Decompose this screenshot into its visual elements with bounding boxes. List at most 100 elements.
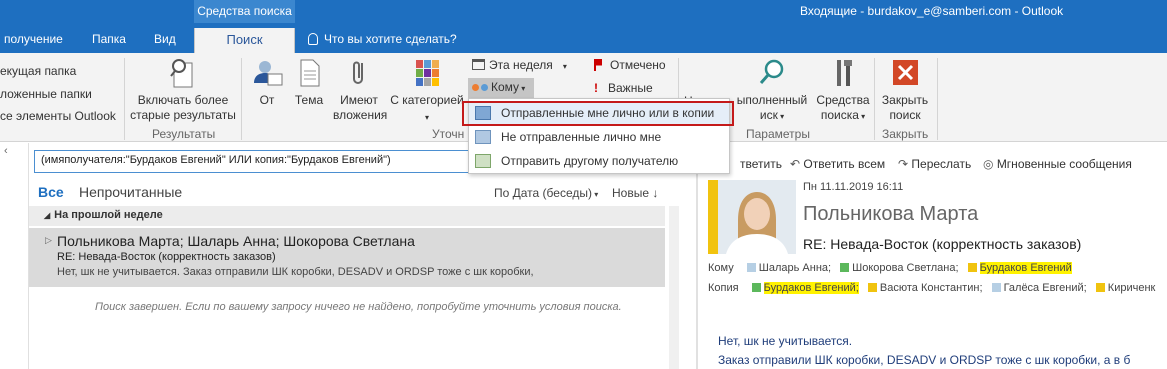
contact-card-icon <box>475 130 491 144</box>
this-week-button[interactable]: Эта неделя ▾ <box>472 58 567 72</box>
partial-matches-button[interactable]: ыполненный иск ▾ <box>730 57 814 124</box>
chat-icon: ◎ <box>983 157 997 171</box>
to-button[interactable]: Кому ▾ <box>468 78 534 98</box>
sort-by-date[interactable]: По Дата (беседы) ▾ <box>494 186 598 200</box>
chevron-down-icon: ▾ <box>519 84 526 93</box>
scope-all-outlook[interactable]: се элементы Outlook <box>0 109 116 123</box>
menu-item-sent-to-other[interactable]: Отправить другому получателю <box>469 150 729 173</box>
subject-button[interactable]: Тема <box>290 57 328 108</box>
document-search-icon <box>170 59 193 88</box>
category-grid-icon <box>416 60 439 86</box>
reply-all-icon: ↶ <box>790 157 804 171</box>
sort-label: По Дата (беседы) <box>494 186 592 200</box>
filter-all[interactable]: Все <box>38 184 64 200</box>
recipient-color-icon <box>967 263 977 272</box>
this-week-label: Эта неделя <box>489 58 553 72</box>
has-attachments-button[interactable]: Имеют вложения <box>333 57 387 123</box>
expand-triangle-icon[interactable]: ▷ <box>45 235 52 246</box>
chevron-down-icon: ▾ <box>562 62 567 71</box>
flagged-label: Отмечено <box>610 58 666 72</box>
avatar-portrait <box>718 180 796 254</box>
search-tools-button[interactable]: Средства поиска ▾ <box>814 57 872 124</box>
sort-order[interactable]: Новые ↓ <box>612 186 658 200</box>
forward-label: Переслать <box>911 157 972 171</box>
important-button[interactable]: ! Важные <box>594 81 653 95</box>
from-button[interactable]: От <box>248 57 286 108</box>
recipient[interactable]: Кириченк <box>1108 282 1156 294</box>
cc-line-label: Копия <box>708 282 739 294</box>
group-refine-label: Уточн <box>432 127 465 141</box>
menu-item-label: Не отправленные лично мне <box>501 130 662 144</box>
recipient-color-icon <box>991 283 1001 292</box>
from-label: От <box>259 93 275 107</box>
menu-item-label: Отправить другому получателю <box>501 154 679 168</box>
window-title: Входящие - burdakov_e@samberi.com - Outl… <box>800 4 1064 18</box>
arrow-down-icon: ↓ <box>649 186 659 200</box>
categorized-button[interactable]: С категорией ▾ <box>388 57 466 125</box>
paperclip-icon <box>353 61 363 84</box>
include-older-results-button[interactable]: Включать более старые результаты <box>128 57 238 123</box>
scope-current-folder[interactable]: екущая папка <box>0 64 76 78</box>
tools-icon <box>837 60 852 86</box>
include-older-label: Включать более старые результаты <box>130 93 236 122</box>
list-scrollbar[interactable] <box>669 206 679 369</box>
menu-item-not-sent-to-me[interactable]: Не отправленные лично мне <box>469 126 729 149</box>
message-date: Пн 11.11.2019 16:11 <box>803 181 904 193</box>
reply-all-button[interactable]: ↶ Ответить всем <box>790 157 885 171</box>
message-subject: RE: Невада-Восток (корректность заказов) <box>803 236 1082 252</box>
people-icon <box>472 84 479 91</box>
recipient[interactable]: Шаларь Анна; <box>759 262 831 274</box>
im-button[interactable]: ◎ Мгновенные сообщения <box>983 157 1132 171</box>
filter-unread[interactable]: Непрочитанные <box>79 184 182 200</box>
im-label: Мгновенные сообщения <box>996 157 1132 171</box>
tab-view[interactable]: Вид <box>154 32 176 46</box>
chevron-down-icon: ▾ <box>777 112 785 121</box>
flagged-button[interactable]: Отмечено <box>594 58 666 72</box>
chevron-down-icon: ▾ <box>858 112 866 121</box>
to-line-label: Кому <box>708 262 734 274</box>
people-icon-2 <box>481 84 488 91</box>
subject-label: Тема <box>294 93 324 107</box>
document-icon <box>300 59 320 87</box>
sender-name[interactable]: Польникова Марта <box>803 203 978 226</box>
flag-icon <box>594 59 602 71</box>
group-close-label: Закрыть <box>882 127 929 141</box>
contact-card-icon <box>475 154 491 168</box>
tab-folder[interactable]: Папка <box>92 32 126 46</box>
recipient[interactable]: Васюта Константин; <box>880 282 983 294</box>
chevron-left-icon: ‹ <box>4 145 8 157</box>
recipient[interactable]: Галёса Евгений; <box>1004 282 1087 294</box>
recipient-highlighted[interactable]: Бурдаков Евгений; <box>763 282 859 294</box>
avatar[interactable] <box>718 180 796 254</box>
reply-button[interactable]: тветить <box>740 157 782 171</box>
recipient[interactable]: Шокорова Светлана; <box>852 262 958 274</box>
recipient-highlighted[interactable]: Бурдаков Евгений <box>979 262 1072 274</box>
highlight-frame <box>462 101 734 126</box>
magnifier-icon <box>759 59 784 84</box>
partial-label-2: иск <box>759 108 778 122</box>
chevron-down-icon: ▾ <box>591 190 599 199</box>
tab-send-receive[interactable]: получение <box>4 32 63 46</box>
tell-me-box[interactable]: Что вы хотите сделать? <box>308 32 457 46</box>
collapse-triangle-icon: ◢ <box>44 211 51 220</box>
body-line-1: Нет, шк не учитывается. <box>718 334 853 348</box>
reply-all-label: Ответить всем <box>803 157 886 171</box>
forward-button[interactable]: ↷ Переслать <box>898 157 971 171</box>
folder-pane-collapsed[interactable]: ‹ <box>0 143 29 369</box>
categorized-label: С категорией <box>390 93 464 107</box>
conversation-preview: Нет, шк не учитывается. Заказ отправили … <box>57 266 534 278</box>
close-icon <box>893 60 918 85</box>
context-tab-label: Средства поиска <box>194 0 295 23</box>
scope-subfolders[interactable]: ложенные папки <box>0 87 92 101</box>
to-line: Кому Шаларь Анна; Шокорова Светлана; Бур… <box>708 262 1072 274</box>
close-search-button[interactable]: Закрыть поиск <box>877 57 933 123</box>
recipient-color-icon <box>746 263 756 272</box>
conversation-subject: RE: Невада-Восток (корректность заказов) <box>57 251 276 263</box>
tab-search[interactable]: Поиск <box>194 28 295 53</box>
recipient-color-icon <box>840 263 850 272</box>
recipient-color-icon <box>751 283 761 292</box>
important-label: Важные <box>608 81 653 95</box>
recipient-color-icon <box>867 283 877 292</box>
to-label: Кому <box>491 80 520 94</box>
exclamation-icon: ! <box>594 81 598 95</box>
